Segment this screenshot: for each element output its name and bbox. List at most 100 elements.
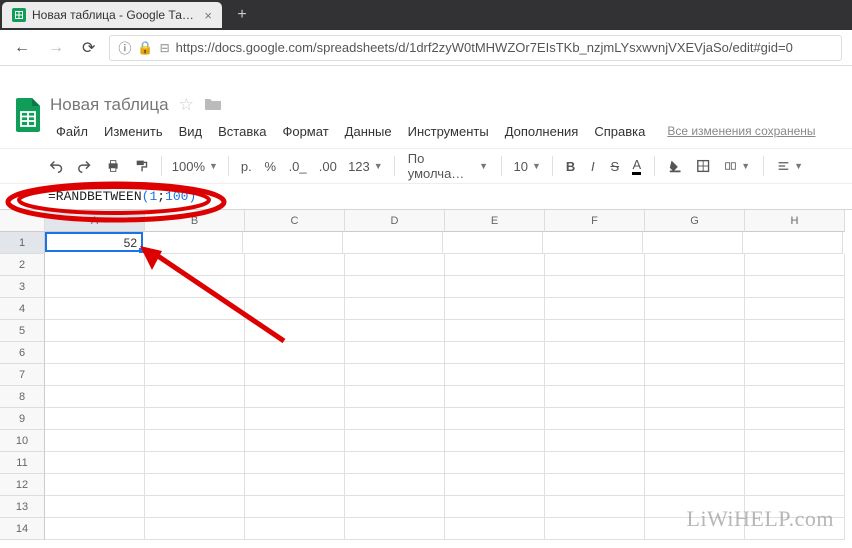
cell[interactable] [145, 496, 245, 518]
paint-format-button[interactable] [129, 154, 153, 178]
cell[interactable] [45, 518, 145, 540]
font-size-select[interactable]: 10▼ [510, 155, 545, 178]
menu-insert[interactable]: Вставка [210, 120, 274, 143]
cell[interactable] [645, 430, 745, 452]
cell[interactable] [345, 364, 445, 386]
cell[interactable] [645, 298, 745, 320]
row-header-4[interactable]: 4 [0, 298, 45, 320]
cell[interactable] [745, 342, 845, 364]
cell[interactable] [545, 474, 645, 496]
print-button[interactable] [101, 154, 125, 178]
cell[interactable] [645, 364, 745, 386]
cell[interactable] [445, 364, 545, 386]
cell[interactable] [745, 386, 845, 408]
row-header-10[interactable]: 10 [0, 430, 45, 452]
cell-D1[interactable] [343, 232, 443, 254]
row-header-8[interactable]: 8 [0, 386, 45, 408]
cell[interactable] [645, 386, 745, 408]
cell[interactable] [445, 386, 545, 408]
cell[interactable] [45, 496, 145, 518]
row-header-6[interactable]: 6 [0, 342, 45, 364]
menu-edit[interactable]: Изменить [96, 120, 171, 143]
align-button[interactable]: ▼ [772, 154, 808, 178]
cell[interactable] [545, 364, 645, 386]
row-header-14[interactable]: 14 [0, 518, 45, 540]
menu-view[interactable]: Вид [171, 120, 211, 143]
cell[interactable] [45, 364, 145, 386]
cell[interactable] [445, 298, 545, 320]
url-input[interactable]: ⓘ 🔒 ⊟ https://docs.google.com/spreadshee… [109, 35, 842, 61]
cell[interactable] [545, 298, 645, 320]
cell[interactable] [245, 408, 345, 430]
cell[interactable] [645, 320, 745, 342]
undo-button[interactable] [44, 154, 68, 178]
cell[interactable] [345, 320, 445, 342]
cell[interactable] [245, 386, 345, 408]
bold-button[interactable]: B [561, 155, 579, 178]
cell[interactable] [645, 496, 745, 518]
increase-decimal-button[interactable]: .00 [315, 155, 341, 178]
menu-addons[interactable]: Дополнения [497, 120, 587, 143]
row-header-5[interactable]: 5 [0, 320, 45, 342]
cell[interactable] [145, 364, 245, 386]
cell[interactable] [145, 298, 245, 320]
cell[interactable] [345, 430, 445, 452]
cell[interactable] [745, 518, 845, 540]
cell-A1[interactable]: 52 [45, 232, 143, 252]
borders-button[interactable] [691, 154, 715, 178]
cell[interactable] [145, 518, 245, 540]
cell[interactable] [545, 452, 645, 474]
browser-tab[interactable]: Новая таблица - Google Табли × [2, 2, 222, 28]
cell[interactable] [345, 276, 445, 298]
row-header-11[interactable]: 11 [0, 452, 45, 474]
menu-format[interactable]: Формат [274, 120, 336, 143]
cell-F1[interactable] [543, 232, 643, 254]
cell[interactable] [145, 430, 245, 452]
cell[interactable] [245, 276, 345, 298]
cell[interactable] [545, 430, 645, 452]
close-tab-icon[interactable]: × [204, 8, 212, 23]
col-header-A[interactable]: A [45, 210, 145, 232]
info-icon[interactable]: ⓘ [118, 38, 131, 57]
row-header-7[interactable]: 7 [0, 364, 45, 386]
cell[interactable] [245, 518, 345, 540]
cell[interactable] [145, 320, 245, 342]
cell[interactable] [445, 452, 545, 474]
cell[interactable] [745, 254, 845, 276]
cell[interactable] [345, 342, 445, 364]
new-tab-button[interactable]: + [230, 3, 254, 27]
zoom-select[interactable]: 100%▼ [170, 159, 219, 174]
fill-color-button[interactable] [663, 154, 687, 178]
cell[interactable] [245, 430, 345, 452]
cell[interactable] [445, 496, 545, 518]
cell[interactable] [45, 254, 145, 276]
cell[interactable] [345, 254, 445, 276]
currency-button[interactable]: р. [236, 155, 256, 178]
merge-button[interactable]: ▼ [719, 154, 755, 178]
cell[interactable] [345, 386, 445, 408]
cell[interactable] [445, 276, 545, 298]
cell[interactable] [745, 430, 845, 452]
cell[interactable] [45, 276, 145, 298]
redo-button[interactable] [72, 154, 96, 178]
col-header-D[interactable]: D [345, 210, 445, 232]
cell[interactable] [445, 518, 545, 540]
cell[interactable] [45, 408, 145, 430]
cell[interactable] [545, 342, 645, 364]
col-header-G[interactable]: G [645, 210, 745, 232]
col-header-H[interactable]: H [745, 210, 845, 232]
cell-H1[interactable] [743, 232, 843, 254]
menu-file[interactable]: Файл [48, 120, 96, 143]
cell[interactable] [545, 254, 645, 276]
cell[interactable] [245, 496, 345, 518]
cell[interactable] [745, 408, 845, 430]
cell[interactable] [445, 408, 545, 430]
formula-bar[interactable]: =RANDBETWEEN(1;100) [0, 184, 852, 210]
italic-button[interactable]: I [584, 155, 602, 178]
cell[interactable] [145, 342, 245, 364]
permissions-icon[interactable]: ⊟ [160, 41, 170, 55]
cell[interactable] [245, 474, 345, 496]
cell[interactable] [545, 276, 645, 298]
cell[interactable] [445, 474, 545, 496]
cell[interactable] [245, 320, 345, 342]
